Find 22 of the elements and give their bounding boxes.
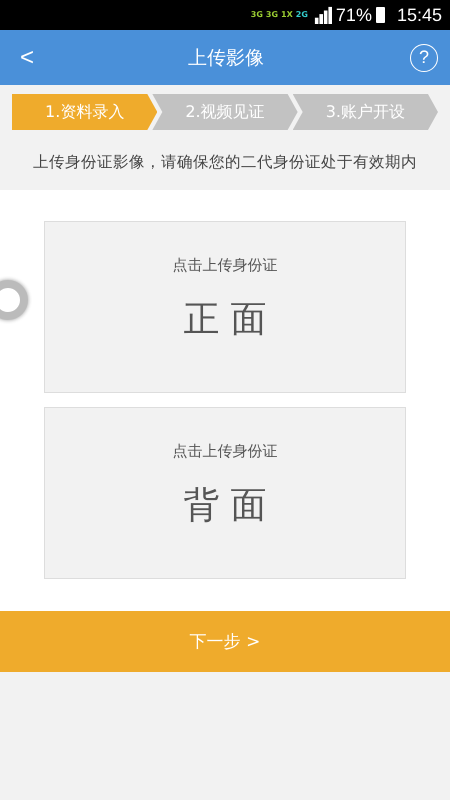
upload-hint: 点击上传身份证 bbox=[172, 442, 278, 461]
progress-step: 3.账户开设 bbox=[292, 94, 438, 130]
battery-icon bbox=[376, 7, 385, 23]
upload-hint: 点击上传身份证 bbox=[172, 256, 278, 275]
help-button[interactable]: ? bbox=[410, 44, 438, 72]
network-label: 1X bbox=[281, 11, 293, 19]
upload-card[interactable]: 点击上传身份证 背 面 bbox=[44, 407, 406, 579]
network-label: 3G bbox=[250, 11, 263, 19]
next-button[interactable]: 下一步 > bbox=[0, 611, 450, 672]
network-label: 2G bbox=[296, 11, 308, 19]
network-label: 3G bbox=[266, 11, 278, 19]
progress-step: 2.视频见证 bbox=[152, 94, 298, 130]
back-button[interactable]: < bbox=[12, 44, 42, 72]
card-side-label: 正 面 bbox=[183, 298, 267, 342]
card-side-label: 背 面 bbox=[183, 484, 267, 528]
upload-card[interactable]: 点击上传身份证 正 面 bbox=[44, 221, 406, 393]
signal-icon bbox=[314, 6, 332, 24]
clock: 15:45 bbox=[396, 4, 442, 26]
progress-step: 1.资料录入 bbox=[12, 94, 158, 130]
notice-text: 上传身份证影像，请确保您的二代身份证处于有效期内 bbox=[32, 152, 418, 173]
battery-percent: 71% bbox=[336, 4, 372, 26]
page-title: 上传影像 bbox=[188, 46, 264, 70]
